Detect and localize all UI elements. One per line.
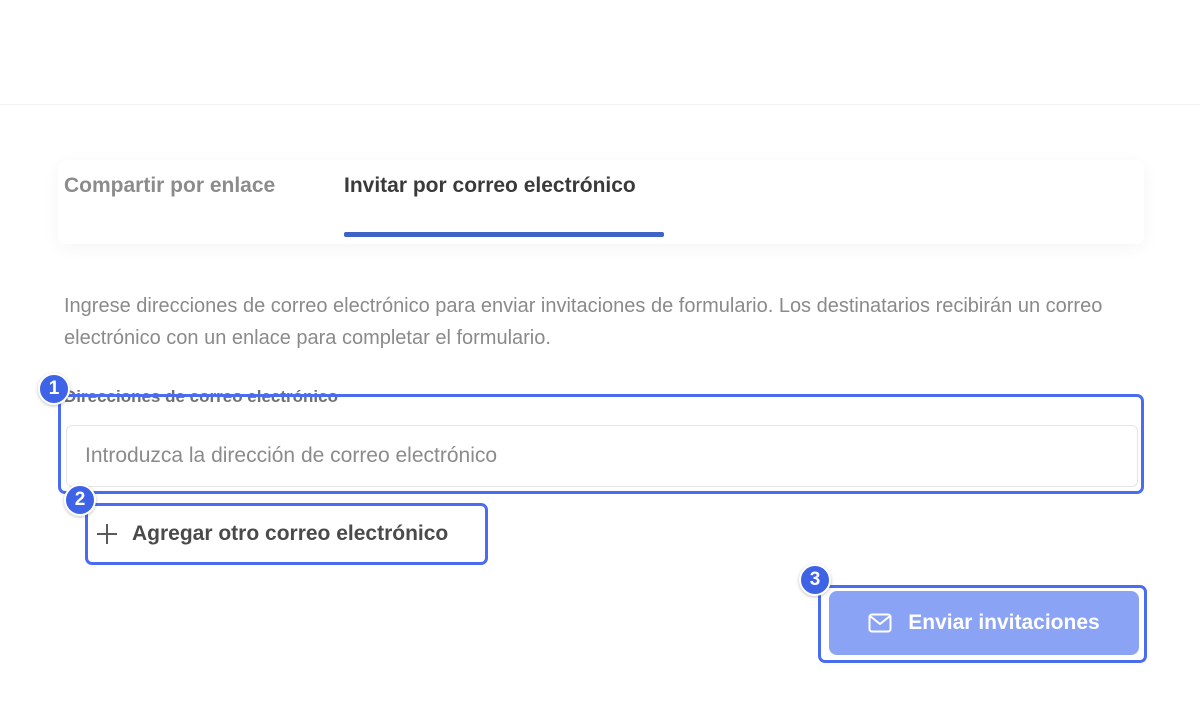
tab-share-link[interactable]: Compartir por enlace — [64, 174, 275, 198]
add-email-label: Agregar otro correo electrónico — [132, 522, 449, 545]
add-email-button[interactable]: Agregar otro correo electrónico — [92, 510, 452, 558]
mail-icon — [868, 613, 892, 633]
invite-description: Ingrese direcciones de correo electrónic… — [64, 295, 1103, 349]
active-tab-indicator — [344, 232, 664, 237]
plus-icon — [96, 523, 118, 545]
email-input[interactable] — [66, 425, 1138, 487]
send-invitations-label: Enviar invitaciones — [908, 611, 1100, 634]
annotation-badge-1: 1 — [38, 373, 70, 405]
tab-invite-email[interactable]: Invitar por correo electrónico — [344, 174, 636, 198]
annotation-badge-3: 3 — [799, 564, 831, 596]
send-invitations-button[interactable]: Enviar invitaciones — [829, 591, 1139, 655]
top-divider — [0, 104, 1200, 105]
annotation-badge-2: 2 — [64, 484, 96, 516]
invite-page: Compartir por enlace Invitar por correo … — [0, 0, 1200, 707]
email-field-label: Direcciones de correo electrónico — [64, 387, 338, 406]
